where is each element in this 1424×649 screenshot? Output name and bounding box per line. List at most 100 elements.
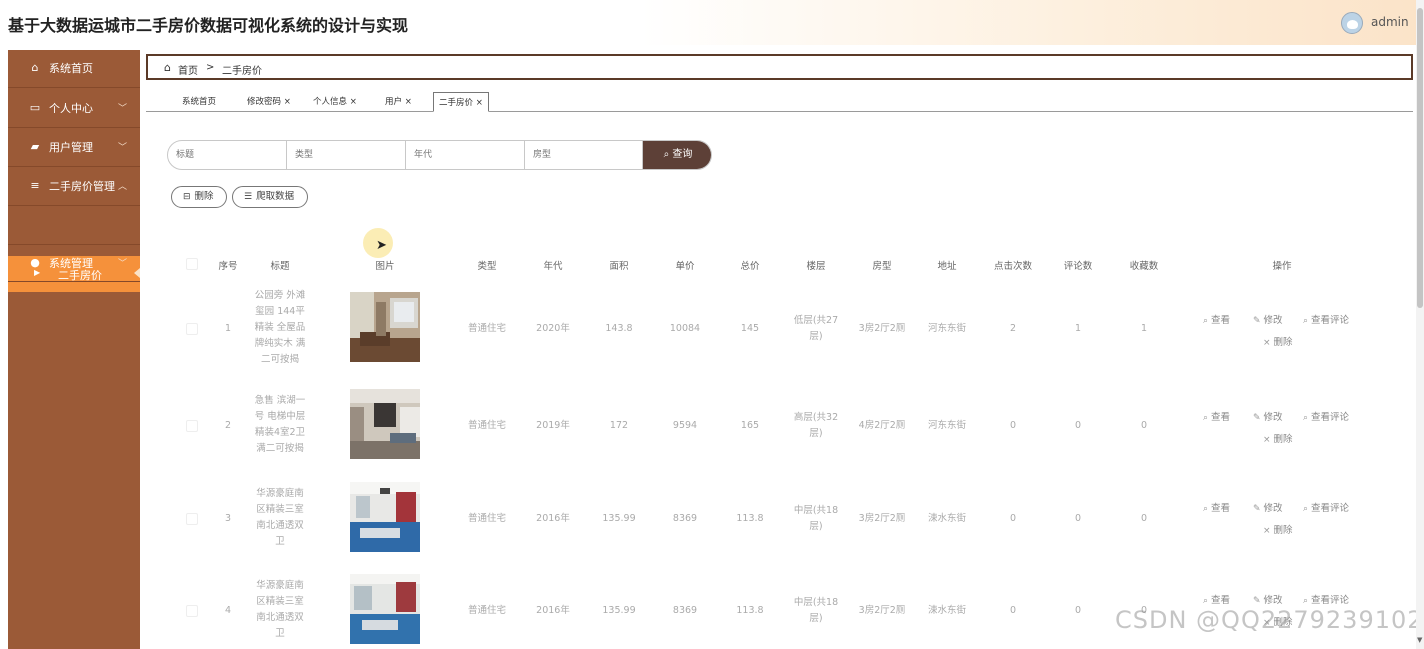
sidebar-item-label: 用户管理 <box>49 141 93 154</box>
cell-comments: 0 <box>1074 605 1082 616</box>
delete-row-button[interactable]: × 删除 <box>1263 522 1293 536</box>
type-search-input[interactable] <box>287 141 406 169</box>
sidebar-item-label: 个人中心 <box>49 102 93 115</box>
view-comments-button[interactable]: ⌕ 查看评论 <box>1303 312 1349 326</box>
tab-label: 个人信息 <box>313 97 348 107</box>
view-comments-button[interactable]: ⌕ 查看评论 <box>1303 500 1349 514</box>
column-header: 图片 <box>375 261 395 272</box>
select-all-checkbox[interactable] <box>186 258 198 270</box>
cell-year: 2016年 <box>536 513 570 524</box>
cell-area: 135.99 <box>602 513 636 524</box>
delete-row-button[interactable]: × 删除 <box>1263 334 1293 348</box>
view-button[interactable]: ⌕ 查看 <box>1203 592 1230 606</box>
house-photo[interactable] <box>350 574 420 644</box>
cell-type: 普通住宅 <box>467 513 506 524</box>
user-icon: ● <box>30 256 40 269</box>
sidebar-item-house-price-mgmt[interactable]: ≡ 二手房价管理 ︿ <box>8 168 140 206</box>
view-button[interactable]: ⌕ 查看 <box>1203 409 1230 423</box>
crawl-data-button[interactable]: ☰ 爬取数据 <box>232 186 308 208</box>
sidebar-item-home[interactable]: ⌂ 系统首页 <box>8 50 140 88</box>
cell-area: 135.99 <box>602 605 636 616</box>
view-button[interactable]: ⌕ 查看 <box>1203 500 1230 514</box>
edit-button[interactable]: ✎ 修改 <box>1253 592 1283 606</box>
edit-button[interactable]: ✎ 修改 <box>1253 409 1283 423</box>
home-icon: ⌂ <box>164 61 171 74</box>
house-photo-image <box>350 574 420 644</box>
cell-total-price: 145 <box>740 323 760 334</box>
cell-layout: 4房2厅2厕 <box>858 420 906 431</box>
search-icon: ⌕ <box>1203 596 1209 606</box>
breadcrumb-current: 二手房价 <box>222 66 262 77</box>
cell-address: 涑水东街 <box>927 605 966 616</box>
cell-title: 华源豪庭南区精装三室南北通透双卫 <box>256 580 304 639</box>
cell-comments: 0 <box>1074 513 1082 524</box>
column-header: 序号 <box>218 261 238 272</box>
tab-personal-info[interactable]: 个人信息 × <box>313 92 357 112</box>
cell-favorites: 0 <box>1140 513 1148 524</box>
search-bar: ⌕ 查询 <box>167 140 712 170</box>
view-comments-button[interactable]: ⌕ 查看评论 <box>1303 592 1349 606</box>
year-search-input[interactable] <box>406 141 525 169</box>
row-checkbox[interactable] <box>186 605 198 617</box>
house-photo-image <box>350 482 420 552</box>
row-checkbox[interactable] <box>186 323 198 335</box>
column-header: 地址 <box>937 261 957 272</box>
crawl-button-label: 爬取数据 <box>256 191 295 202</box>
tab-change-password[interactable]: 修改密码 × <box>247 92 291 112</box>
sidebar-item-users[interactable]: ▰ 用户管理 ﹀ <box>8 129 140 167</box>
layout-search-input[interactable] <box>525 141 643 169</box>
close-icon: × <box>1263 526 1271 536</box>
search-icon: ⌕ <box>1303 596 1309 606</box>
cell-address: 河东东街 <box>927 323 966 334</box>
close-icon[interactable]: × <box>281 97 291 107</box>
row-checkbox[interactable] <box>186 513 198 525</box>
edit-button[interactable]: ✎ 修改 <box>1253 312 1283 326</box>
delete-button[interactable]: ⊟ 删除 <box>171 186 227 208</box>
title-search-input[interactable] <box>168 141 287 169</box>
sidebar-item-system[interactable]: ● 系统管理 ﹀ <box>8 244 140 282</box>
breadcrumb-home[interactable]: 首页 <box>178 62 198 77</box>
sidebar-item-label: 系统管理 <box>49 257 93 270</box>
tab-users[interactable]: 用户 × <box>385 92 412 112</box>
cell-total-price: 113.8 <box>736 605 764 616</box>
scrollbar-thumb[interactable] <box>1417 8 1423 308</box>
cell-year: 2019年 <box>536 420 570 431</box>
delete-button-label: 删除 <box>194 191 214 202</box>
cell-clicks: 2 <box>1009 323 1017 334</box>
house-photo[interactable] <box>350 482 420 552</box>
scroll-down-arrow-icon[interactable]: ▼ <box>1417 636 1422 644</box>
row-checkbox[interactable] <box>186 420 198 432</box>
view-comments-button[interactable]: ⌕ 查看评论 <box>1303 409 1349 423</box>
close-icon[interactable]: × <box>402 97 412 107</box>
close-icon[interactable]: × <box>473 98 483 108</box>
cell-total-price: 165 <box>740 420 760 431</box>
database-icon: ☰ <box>244 192 253 202</box>
search-icon: ⌕ <box>1303 413 1309 423</box>
avatar[interactable] <box>1341 12 1363 34</box>
edit-button[interactable]: ✎ 修改 <box>1253 500 1283 514</box>
edit-label: 修改 <box>1263 595 1283 606</box>
cell-clicks: 0 <box>1009 420 1017 431</box>
view-button[interactable]: ⌕ 查看 <box>1203 312 1230 326</box>
close-icon[interactable]: × <box>347 97 357 107</box>
cell-floor: 中层(共18层) <box>793 505 839 532</box>
column-header: 面积 <box>609 261 629 272</box>
sidebar-item-personal[interactable]: ▭ 个人中心 ﹀ <box>8 90 140 128</box>
tab-home[interactable]: 系统首页 <box>182 92 216 112</box>
house-photo[interactable] <box>350 292 420 362</box>
view-label: 查看 <box>1211 503 1231 514</box>
delete-row-button[interactable]: × 删除 <box>1263 431 1293 445</box>
pencil-icon: ✎ <box>1253 504 1261 514</box>
cell-comments: 1 <box>1074 323 1082 334</box>
search-button[interactable]: ⌕ 查询 <box>643 141 711 169</box>
cell-layout: 3房2厅2厕 <box>858 605 906 616</box>
house-photo[interactable] <box>350 389 420 459</box>
view-label: 查看 <box>1211 595 1231 606</box>
breadcrumb-separator: > <box>206 62 215 73</box>
column-header: 楼层 <box>806 261 826 272</box>
username[interactable]: admin <box>1371 15 1409 29</box>
cell-title: 公园旁 外滩玺园 144平精装 全屋品牌纯实木 满二可按揭 <box>254 290 306 365</box>
chat-icon: ▰ <box>30 140 40 153</box>
tab-house-price[interactable]: 二手房价 × <box>433 92 489 112</box>
cell-unit-price: 8369 <box>672 605 698 616</box>
